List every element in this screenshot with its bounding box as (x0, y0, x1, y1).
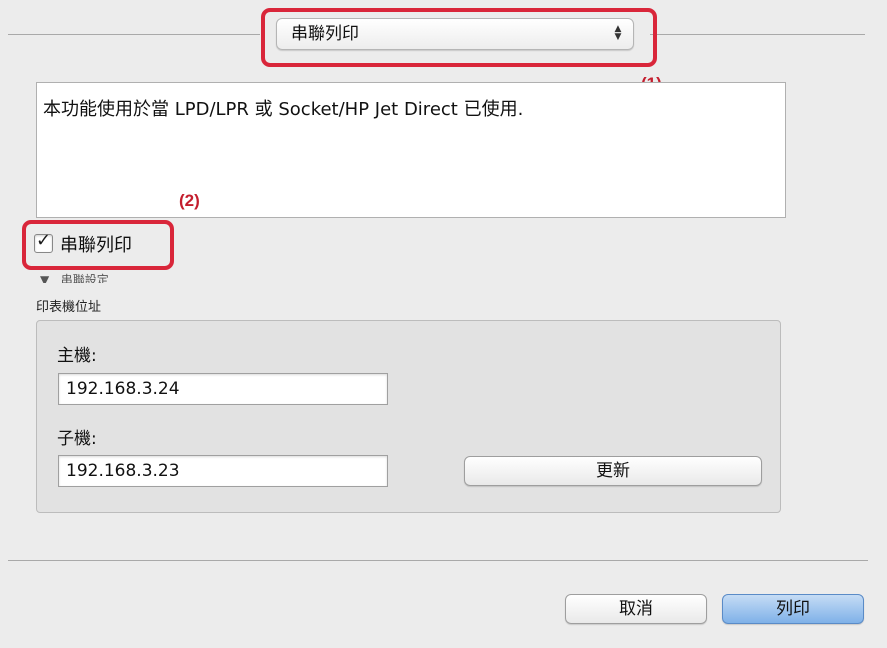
highlight-box-1 (261, 8, 657, 67)
update-button[interactable]: 更新 (464, 456, 762, 486)
tandem-settings-disclosure[interactable]: ▼ 串聯設定 (40, 271, 109, 283)
bottom-separator (8, 560, 868, 561)
master-label: 主機: (57, 346, 97, 366)
printer-address-group: 主機: 192.168.3.24 子機: 192.168.3.23 更新 (36, 320, 781, 513)
printer-address-label: 印表機位址 (36, 300, 102, 315)
description-box: 本功能使用於當 LPD/LPR 或 Socket/HP Jet Direct 已… (36, 82, 786, 218)
master-address-field[interactable]: 192.168.3.24 (58, 373, 388, 405)
highlight-box-2 (22, 220, 174, 270)
cancel-button[interactable]: 取消 (565, 594, 707, 624)
callout-2: (2) (179, 191, 200, 210)
description-text: 本功能使用於當 LPD/LPR 或 Socket/HP Jet Direct 已… (43, 99, 524, 120)
slave-label: 子機: (57, 429, 97, 449)
disclosure-label: 串聯設定 (60, 273, 109, 283)
top-separator-right (650, 34, 865, 35)
print-button[interactable]: 列印 (722, 594, 864, 624)
disclosure-triangle-icon: ▼ (40, 273, 50, 283)
top-separator-left (8, 34, 260, 35)
slave-address-field[interactable]: 192.168.3.23 (58, 455, 388, 487)
